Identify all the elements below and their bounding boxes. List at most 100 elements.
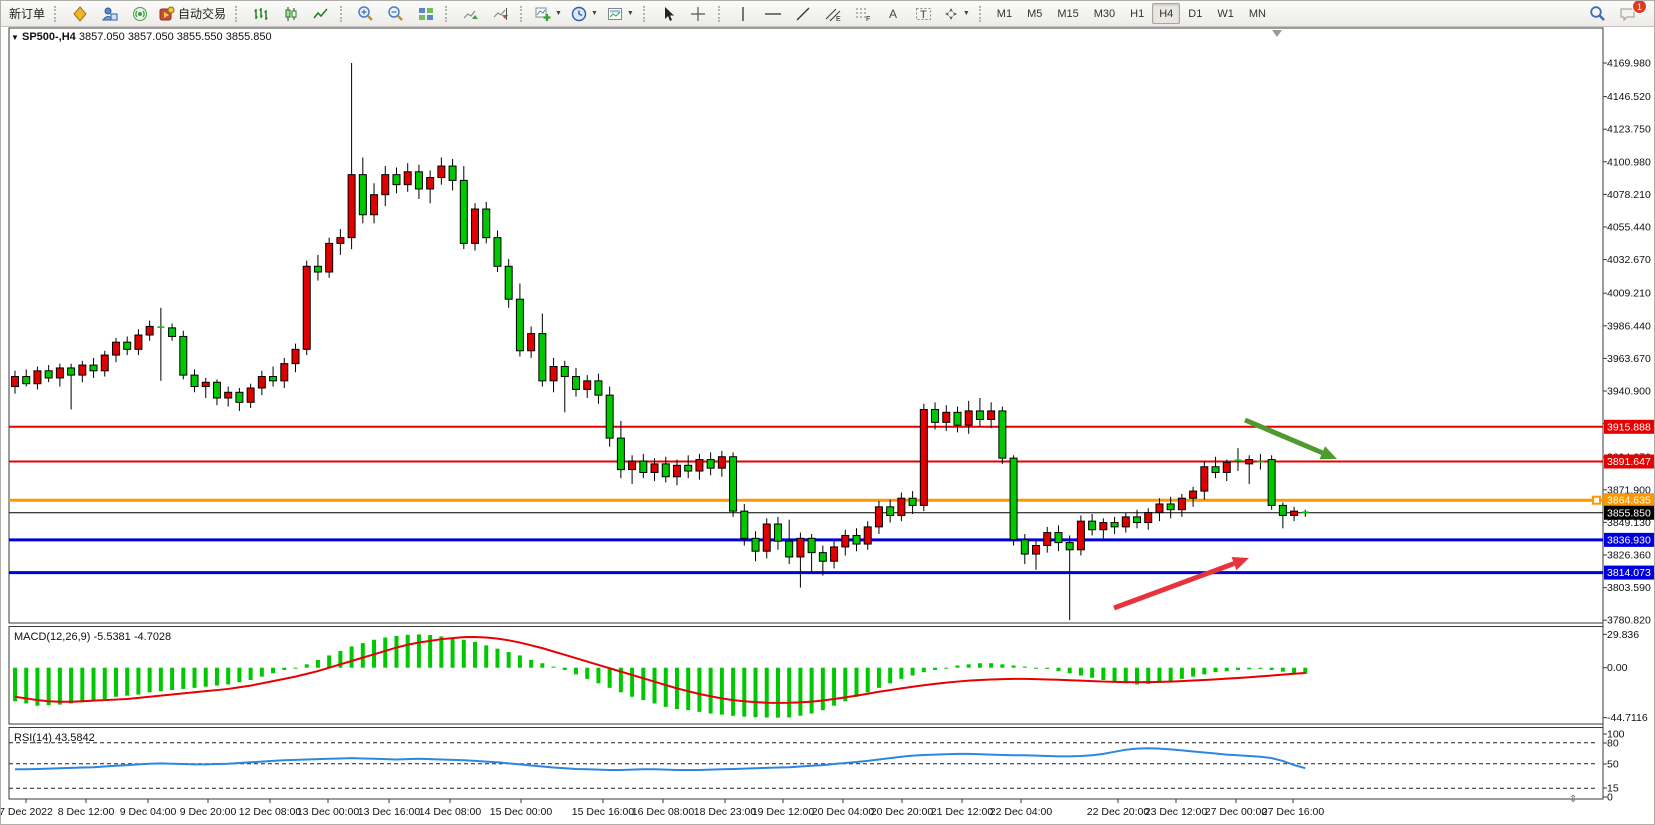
zoom-out-button[interactable] — [381, 2, 410, 25]
indicators-button[interactable]: ▼ — [531, 2, 566, 25]
trendline-button[interactable] — [789, 2, 818, 25]
profiles-button[interactable] — [95, 2, 124, 25]
macd-histogram-bar — [742, 668, 746, 717]
macd-histogram-bar — [1045, 668, 1049, 669]
time-tick-label: 14 Dec 08:00 — [419, 806, 482, 818]
chevron-down-icon: ▼ — [963, 10, 970, 17]
macd-histogram-bar — [181, 668, 185, 689]
crosshair-button[interactable] — [684, 2, 713, 25]
tab-m30[interactable]: M30 — [1087, 3, 1122, 24]
chart-close: 3855.850 — [226, 31, 272, 43]
toolbar-grip[interactable] — [445, 6, 451, 22]
macd-histogram-bar — [1124, 668, 1128, 684]
tab-w1[interactable]: W1 — [1210, 3, 1241, 24]
macd-histogram-bar — [709, 668, 713, 714]
candle-body — [112, 342, 119, 355]
autotrading-icon — [159, 6, 175, 22]
macd-histogram-bar — [294, 668, 298, 669]
candle-body — [774, 524, 781, 541]
candle-body — [1134, 517, 1141, 523]
candle-body — [584, 381, 591, 390]
tab-d1[interactable]: D1 — [1181, 3, 1209, 24]
shapes-button[interactable]: ▼ — [939, 2, 974, 25]
candle-body — [550, 367, 557, 381]
templates-button[interactable]: ▼ — [603, 2, 638, 25]
tab-m5[interactable]: M5 — [1020, 3, 1049, 24]
toolbar-grip[interactable] — [235, 6, 241, 22]
candle-body — [1010, 458, 1017, 540]
tab-m1[interactable]: M1 — [990, 3, 1019, 24]
tab-m15[interactable]: M15 — [1050, 3, 1085, 24]
tab-mn[interactable]: MN — [1242, 3, 1273, 24]
time-axis[interactable]: 7 Dec 20228 Dec 12:009 Dec 04:009 Dec 20… — [1, 799, 1324, 818]
new-chart-icon — [72, 6, 88, 22]
search-button[interactable] — [1583, 2, 1612, 25]
macd-histogram-bar — [720, 668, 724, 715]
chat-button[interactable]: 1 — [1613, 2, 1642, 25]
macd-histogram-bar — [877, 668, 881, 688]
macd-histogram-bar — [1258, 668, 1262, 669]
label-button[interactable]: T — [909, 2, 938, 25]
bars-chart-button[interactable] — [246, 2, 275, 25]
macd-histogram-bar — [697, 668, 701, 712]
price-axis[interactable]: 4169.9804146.5204123.7504100.9804078.210… — [1603, 58, 1655, 627]
toolbar-grip[interactable] — [520, 6, 526, 22]
toolbar-grip[interactable] — [54, 6, 60, 22]
candle-body — [191, 375, 198, 386]
candle-body — [314, 266, 321, 272]
candle-body — [258, 377, 265, 388]
candle-body — [662, 464, 669, 477]
auto-scroll-button[interactable] — [456, 2, 485, 25]
tab-h4[interactable]: H4 — [1152, 3, 1180, 24]
macd-histogram-bar — [1270, 668, 1274, 670]
candles-chart-button[interactable] — [276, 2, 305, 25]
macd-histogram-bar — [170, 668, 174, 690]
macd-histogram-bar — [417, 634, 421, 667]
tile-windows-button[interactable] — [411, 2, 440, 25]
macd-histogram-bar — [798, 668, 802, 716]
scale-toggle-icon[interactable]: ⇕ — [1569, 794, 1577, 805]
periods-button[interactable]: ▼ — [567, 2, 602, 25]
macd-histogram-bar — [754, 668, 758, 718]
chevron-down-icon: ▼ — [555, 10, 562, 17]
zoom-in-button[interactable] — [351, 2, 380, 25]
new-order-button[interactable]: 新订单 — [5, 2, 49, 25]
toolbar-grip[interactable] — [643, 6, 649, 22]
macd-histogram-bar — [1247, 668, 1251, 670]
chart-canvas[interactable]: 4169.9804146.5204123.7504100.9804078.210… — [1, 1, 1655, 825]
fibonacci-button[interactable]: F — [849, 2, 878, 25]
candle-body — [741, 511, 748, 538]
candle-body — [808, 538, 815, 552]
time-tick-label: 21 Dec 12:00 — [931, 806, 994, 818]
macd-histogram-bar — [1169, 668, 1173, 681]
macd-histogram-bar — [237, 668, 241, 683]
candle-body — [1167, 504, 1174, 510]
candle-body — [326, 243, 333, 272]
symbol-dropdown-icon[interactable]: ▼ — [11, 33, 19, 42]
macd-histogram-bar — [271, 668, 275, 674]
macd-histogram-bar — [1090, 668, 1094, 678]
signals-button[interactable] — [125, 2, 154, 25]
chart-shift-button[interactable] — [486, 2, 515, 25]
channel-button[interactable]: E — [819, 2, 848, 25]
horizontal-line-button[interactable] — [759, 2, 788, 25]
candle-body — [1077, 521, 1084, 550]
macd-histogram-bar — [484, 645, 488, 667]
macd-histogram-bar — [810, 668, 814, 714]
time-tick-label: 13 Dec 16:00 — [358, 806, 421, 818]
toolbar-grip[interactable] — [718, 6, 724, 22]
toolbar-grip[interactable] — [340, 6, 346, 22]
text-button[interactable]: A — [879, 2, 908, 25]
cursor-button[interactable] — [654, 2, 683, 25]
macd-histogram-bar — [776, 668, 780, 718]
vertical-line-button[interactable] — [729, 2, 758, 25]
candle-body — [303, 266, 310, 349]
rsi-label: RSI(14) 43.5842 — [14, 732, 95, 744]
tab-h1[interactable]: H1 — [1123, 3, 1151, 24]
toolbar-grip[interactable] — [979, 6, 985, 22]
candle-body — [842, 535, 849, 546]
macd-histogram-bar — [552, 667, 556, 668]
line-chart-button[interactable] — [306, 2, 335, 25]
autotrading-button[interactable]: 自动交易 — [155, 2, 230, 25]
new-chart-button[interactable] — [65, 2, 94, 25]
